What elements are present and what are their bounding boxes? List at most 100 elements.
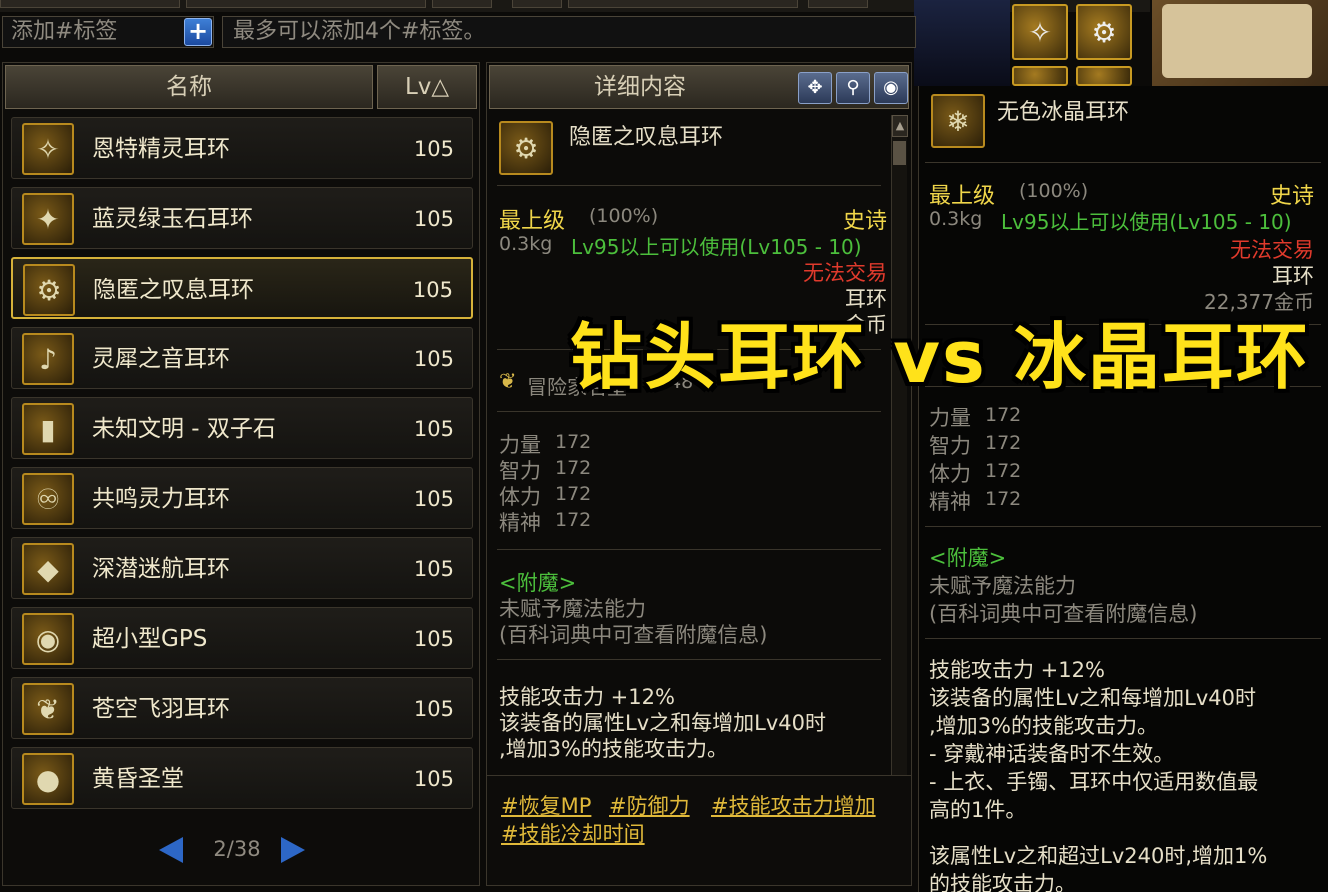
stat-value: 172 — [555, 457, 592, 479]
stat-value: 172 — [985, 432, 1022, 454]
item-level: 105 — [413, 417, 454, 441]
tooltip-item-name: 无色冰晶耳环 — [997, 100, 1130, 125]
list-item[interactable]: ● 黄昏圣堂 105 — [11, 747, 473, 809]
top-tab[interactable] — [432, 0, 492, 8]
next-page-icon[interactable] — [281, 837, 305, 863]
skill-line: ,增加3%的技能攻击力。 — [499, 737, 728, 761]
top-tab[interactable] — [808, 0, 868, 8]
earring-thumb-icon[interactable]: ⚙ — [1076, 4, 1132, 60]
tooltip-skill-line: ,增加3%的技能攻击力。 — [929, 714, 1158, 738]
item-level: 105 — [412, 278, 453, 302]
jade-earring-icon: ✦ — [22, 193, 74, 245]
list-item[interactable]: ▮ 未知文明 - 双子石 105 — [11, 397, 473, 459]
detail-title: 详细内容 — [594, 74, 686, 100]
stat-label: 力量 — [929, 406, 971, 430]
top-tab[interactable] — [512, 0, 562, 8]
drill-earring-icon: ⚙ — [23, 264, 75, 316]
page-indicator: 2/38 — [213, 837, 261, 861]
tag-input[interactable]: 添加#标签 — [2, 16, 214, 48]
item-name: 隐匿之叹息耳环 — [569, 125, 724, 150]
tag-row: 添加#标签 + 最多可以添加4个#标签。 — [0, 14, 918, 50]
stat-value: 172 — [555, 431, 592, 453]
grade: 最上级 — [499, 209, 566, 234]
item-level: 105 — [413, 627, 454, 651]
item-name: 深潜迷航耳环 — [92, 556, 230, 582]
tooltip-skill-line: 该装备的属性Lv之和每增加Lv40时 — [929, 686, 1256, 710]
item-name: 未知文明 - 双子石 — [92, 416, 276, 442]
item-level: 105 — [413, 137, 454, 161]
list-item[interactable]: ✦ 蓝灵绿玉石耳环 105 — [11, 187, 473, 249]
tag-link[interactable]: #技能攻击力增加 — [711, 790, 876, 820]
stat-value: 172 — [985, 488, 1022, 510]
background-scene — [914, 0, 1010, 86]
list-item[interactable]: ❦ 苍空飞羽耳环 105 — [11, 677, 473, 739]
column-header-lv[interactable]: Lv△ — [377, 65, 477, 109]
tooltip-grade-percent: (100%) — [1019, 180, 1089, 202]
enchant-hint: (百科词典中可查看附魔信息) — [499, 623, 768, 647]
earring-thumb-icon[interactable] — [1076, 66, 1132, 86]
list-item[interactable]: ⚙ 隐匿之叹息耳环 105 — [11, 257, 473, 319]
compare-icon[interactable]: ✥ — [798, 72, 832, 104]
prev-page-icon[interactable] — [159, 837, 183, 863]
list-item[interactable]: ◉ 超小型GPS 105 — [11, 607, 473, 669]
tooltip-level-requirement: Lv95以上可以使用(Lv105 - 10) — [1001, 210, 1292, 234]
list-item[interactable]: ◆ 深潜迷航耳环 105 — [11, 537, 473, 599]
weight: 0.3kg — [499, 233, 553, 255]
tag-links-area: #恢复MP #防御力 #技能攻击力增加 #技能冷却时间 — [487, 775, 911, 885]
stat-value: 172 — [555, 509, 592, 531]
stat-label: 精神 — [499, 511, 541, 535]
list-item[interactable]: ✧ 恩特精灵耳环 105 — [11, 117, 473, 179]
tooltip-skill-line: 该属性Lv之和超过Lv240时,增加1% — [929, 844, 1268, 868]
tooltip-enchant-title: <附魔> — [929, 546, 1007, 570]
tooltip-skill-line: 的技能攻击力。 — [929, 872, 1076, 892]
earring-thumb-icon[interactable] — [1012, 66, 1068, 86]
detail-header: 详细内容 ✥ ⚲ ◉ — [489, 65, 909, 109]
resonance-earring-icon: ♾ — [22, 473, 74, 525]
compare-tooltip: ❄ 无色冰晶耳环 最上级 (100%) 史诗 0.3kg Lv95以上可以使用(… — [918, 86, 1328, 892]
ice-crystal-earring-icon: ❄ — [931, 94, 985, 148]
stat-value: 172 — [985, 404, 1022, 426]
tag-link[interactable]: #防御力 — [609, 790, 690, 820]
item-level: 105 — [413, 347, 454, 371]
stat-label: 体力 — [929, 462, 971, 486]
item-name: 恩特精灵耳环 — [92, 136, 230, 162]
pager: 2/38 — [153, 833, 323, 867]
eye-icon[interactable]: ◉ — [874, 72, 908, 104]
tooltip-skill-line: - 穿戴神话装备时不生效。 — [929, 742, 1175, 766]
column-header-name[interactable]: 名称 — [5, 65, 373, 109]
scroll-thumb[interactable] — [893, 141, 906, 165]
item-name: 灵犀之音耳环 — [92, 346, 230, 372]
list-header: 名称 Lv△ — [5, 65, 477, 109]
list-item[interactable]: ♪ 灵犀之音耳环 105 — [11, 327, 473, 389]
stat-value: 172 — [555, 483, 592, 505]
item-level: 105 — [413, 767, 454, 791]
equipment-thumbnails: ✧ ⚙ — [1010, 0, 1150, 86]
add-tag-button[interactable]: + — [184, 18, 212, 46]
earring-thumb-icon[interactable]: ✧ — [1012, 4, 1068, 60]
stat-value: 172 — [985, 460, 1022, 482]
tooltip-skill-line: 技能攻击力 +12% — [929, 658, 1105, 682]
fame-icon: ❦ — [499, 369, 517, 393]
twilight-temple-icon: ● — [22, 753, 74, 805]
top-tab[interactable] — [186, 0, 426, 8]
feather-earring-icon: ❦ — [22, 683, 74, 735]
list-item[interactable]: ♾ 共鸣灵力耳环 105 — [11, 467, 473, 529]
tag-link[interactable]: #恢复MP — [501, 790, 591, 820]
tooltip-grade: 最上级 — [929, 184, 996, 209]
dive-earring-icon: ◆ — [22, 543, 74, 595]
item-level: 105 — [413, 487, 454, 511]
top-tab[interactable] — [0, 0, 180, 8]
item-list-panel: 名称 Lv△ ✧ 恩特精灵耳环 105 ✦ 蓝灵绿玉石耳环 105 ⚙ 隐匿之叹息耳环 105 ♪… — [2, 62, 480, 886]
tag-link[interactable]: #技能冷却时间 — [501, 818, 645, 848]
scroll-up-icon[interactable]: ▲ — [892, 115, 908, 137]
detail-scrollbar[interactable]: ▲ ▼ — [891, 115, 908, 819]
gps-icon: ◉ — [22, 613, 74, 665]
item-name: 隐匿之叹息耳环 — [93, 277, 254, 303]
grade-percent: (100%) — [589, 205, 659, 227]
drill-earring-icon: ⚙ — [499, 121, 553, 175]
location-pin-icon[interactable]: ⚲ — [836, 72, 870, 104]
item-level: 105 — [413, 207, 454, 231]
top-tab[interactable] — [568, 0, 798, 8]
twin-stone-icon: ▮ — [22, 403, 74, 455]
item-name: 超小型GPS — [92, 626, 208, 652]
